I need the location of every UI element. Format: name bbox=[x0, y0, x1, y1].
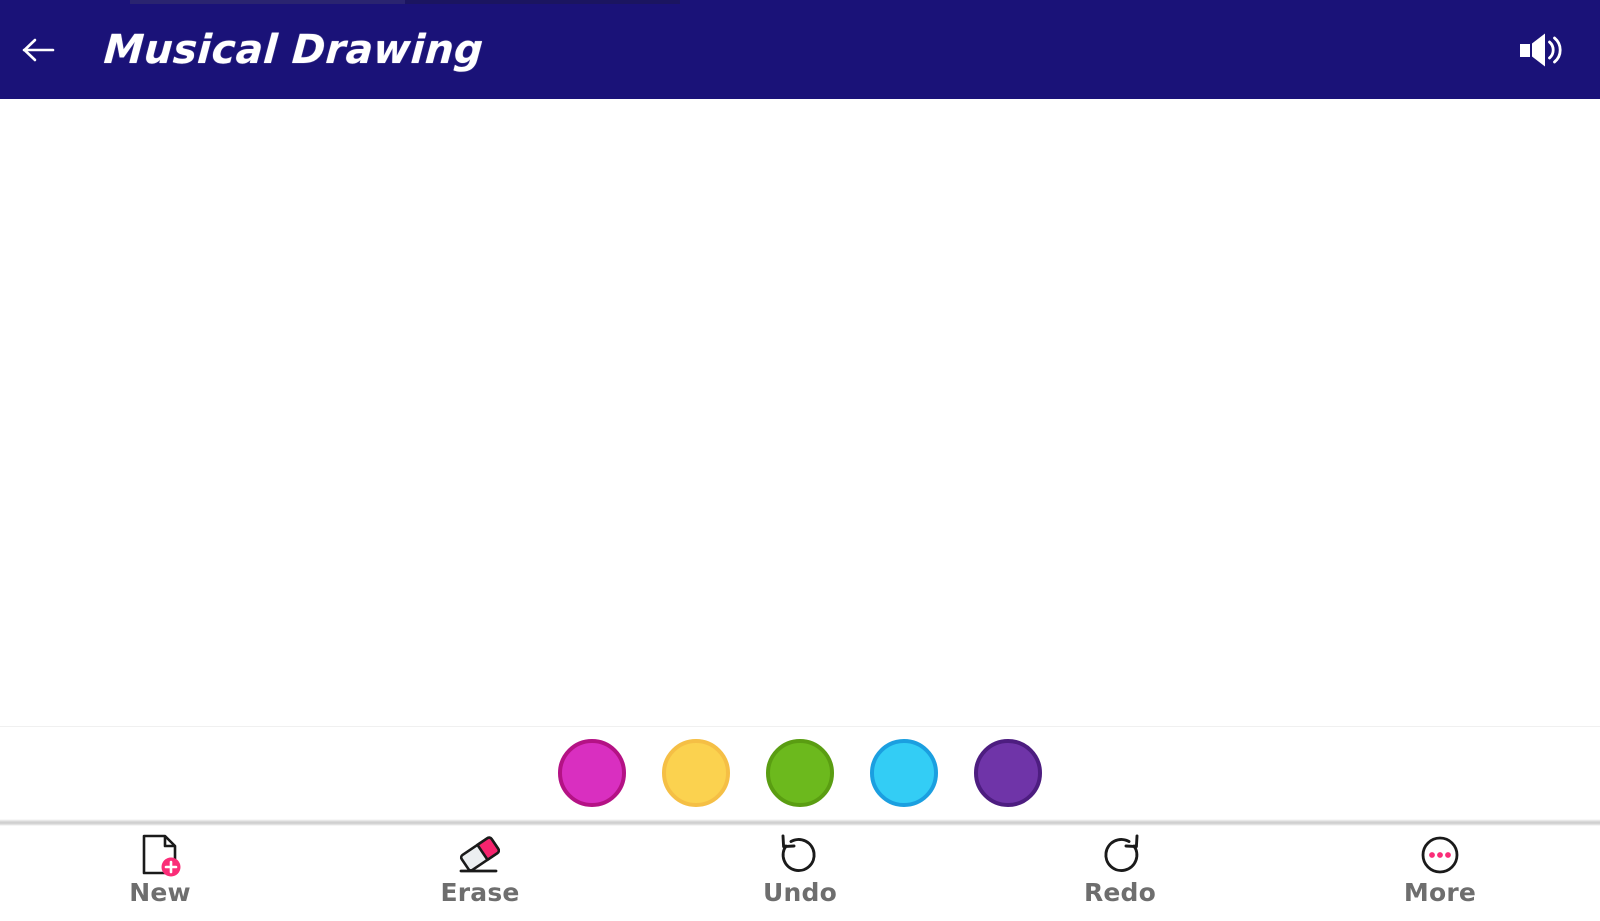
more-dots-icon bbox=[1417, 832, 1463, 878]
new-document-icon bbox=[135, 832, 185, 878]
page-title: Musical Drawing bbox=[102, 26, 485, 73]
tool-label-more: More bbox=[1403, 878, 1477, 907]
status-bar-notch bbox=[130, 0, 405, 4]
tool-label-erase: Erase bbox=[440, 878, 520, 907]
tool-label-undo: Undo bbox=[763, 878, 837, 907]
musical-drawing-app: Musical Drawing New Erase Undo Redo More bbox=[0, 0, 1600, 921]
redo-arrow-icon bbox=[1095, 832, 1145, 878]
tool-label-redo: Redo bbox=[1083, 878, 1157, 907]
tool-undo[interactable]: Undo bbox=[640, 832, 960, 905]
color-swatch-yellow[interactable] bbox=[662, 739, 730, 807]
color-palette bbox=[0, 727, 1600, 819]
status-bar bbox=[0, 0, 1600, 5]
eraser-icon bbox=[452, 832, 508, 878]
bottom-toolbar: New Erase Undo Redo More bbox=[0, 826, 1600, 921]
color-swatch-purple[interactable] bbox=[974, 739, 1042, 807]
tool-label-new: New bbox=[129, 878, 191, 907]
app-header: Musical Drawing bbox=[0, 0, 1600, 99]
color-swatch-magenta[interactable] bbox=[558, 739, 626, 807]
tool-redo[interactable]: Redo bbox=[960, 832, 1280, 905]
drawing-canvas[interactable] bbox=[0, 99, 1600, 727]
arrow-left-icon bbox=[22, 35, 56, 65]
color-swatch-green[interactable] bbox=[766, 739, 834, 807]
back-button[interactable] bbox=[10, 21, 68, 79]
tool-new[interactable]: New bbox=[0, 832, 320, 905]
tool-more[interactable]: More bbox=[1280, 832, 1600, 905]
toolbar-divider bbox=[0, 819, 1600, 826]
status-bar-notch-secondary bbox=[405, 0, 680, 4]
volume-up-icon bbox=[1517, 31, 1563, 69]
color-swatch-cyan[interactable] bbox=[870, 739, 938, 807]
undo-arrow-icon bbox=[775, 832, 825, 878]
volume-button[interactable] bbox=[1510, 20, 1570, 80]
tool-erase[interactable]: Erase bbox=[320, 832, 640, 905]
